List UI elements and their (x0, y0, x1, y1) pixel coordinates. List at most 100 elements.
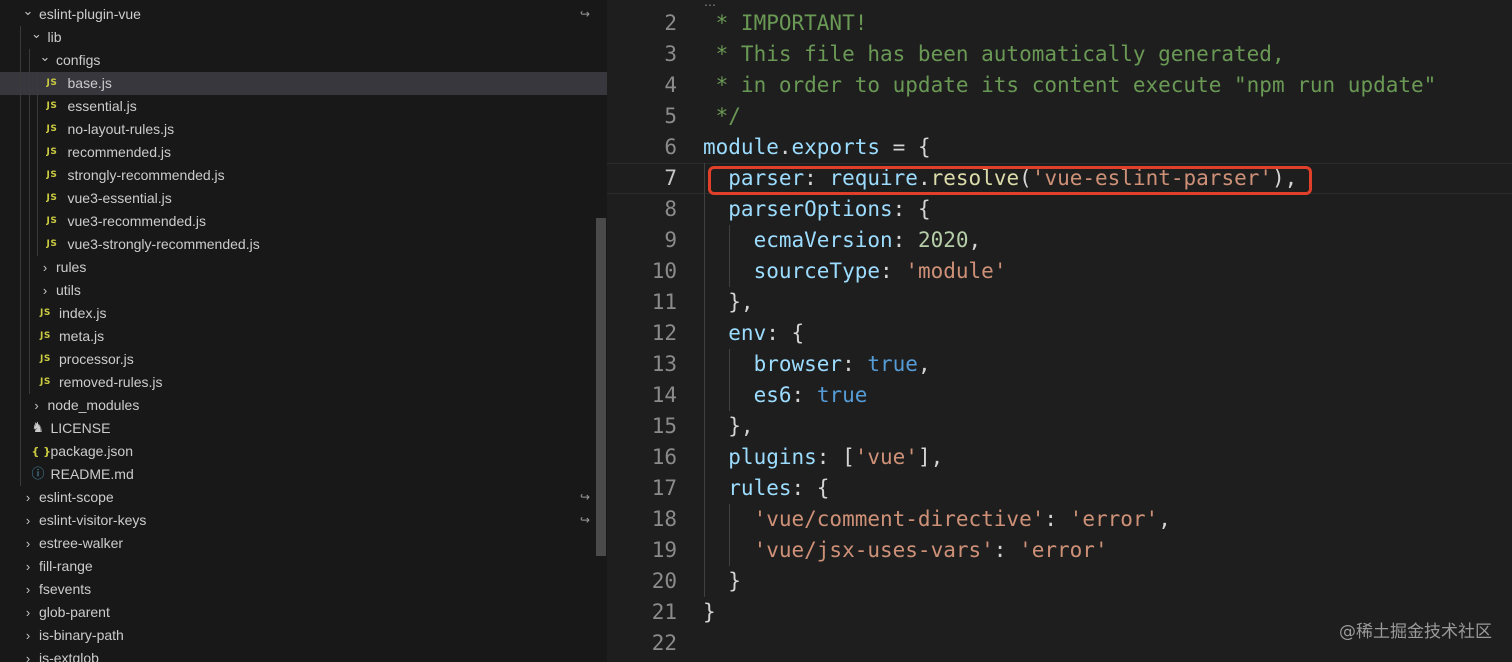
tree-item[interactable]: JS removed-rules.js (0, 371, 607, 394)
code-text: 'vue/comment-directive': 'error', (703, 504, 1171, 535)
chevron-right-icon[interactable]: › (21, 601, 35, 624)
chevron-right-icon[interactable]: › (21, 555, 35, 578)
tree-item[interactable]: JS meta.js (0, 325, 607, 348)
tree-item[interactable]: JS vue3-essential.js (0, 187, 607, 210)
tree-item[interactable]: JS vue3-strongly-recommended.js (0, 233, 607, 256)
code-token: , (917, 352, 931, 376)
tree-item[interactable]: › fsevents (0, 578, 607, 601)
tree-item[interactable]: › eslint-visitor-keys ↪ (0, 509, 607, 532)
tree-item[interactable]: › utils (0, 279, 607, 302)
line-number: 7 (664, 166, 677, 190)
tree-item[interactable]: { } package.json (0, 440, 607, 463)
code-line[interactable]: 12 env: { (607, 318, 1512, 349)
code-line[interactable]: 6 module.exports = { (607, 132, 1512, 163)
code-token: parserOptions (703, 197, 893, 221)
chevron-right-icon[interactable]: › (21, 578, 35, 601)
code-text: sourceType: 'module' (703, 256, 1007, 287)
tree-item[interactable]: JS no-layout-rules.js (0, 118, 607, 141)
tree-item[interactable]: JS index.js (0, 302, 607, 325)
chevron-right-icon[interactable]: › (21, 486, 35, 509)
indent-guide (20, 164, 21, 187)
js-file-icon: JS (40, 331, 51, 341)
code-line[interactable]: 8 parserOptions: { (607, 194, 1512, 225)
tree-item-label: fsevents (39, 581, 92, 597)
chevron-right-icon[interactable]: › (21, 624, 35, 647)
code-editor[interactable]: ⋯ 2 * IMPORTANT! 3 * This file has been a… (607, 0, 1512, 662)
code-line[interactable]: 10 sourceType: 'module' (607, 256, 1512, 287)
indent-guide (37, 72, 38, 95)
tree-item[interactable]: ⌄ eslint-plugin-vue ↪ (0, 3, 607, 26)
line-number: 17 (651, 476, 677, 500)
code-line[interactable]: 18 'vue/comment-directive': 'error', (607, 504, 1512, 535)
code-line[interactable]: 16 plugins: ['vue'], (607, 442, 1512, 473)
tree-item[interactable]: ♞ LICENSE (0, 417, 607, 440)
code-line[interactable]: 14 es6: true (607, 380, 1512, 411)
tree-item[interactable]: › glob-parent (0, 601, 607, 624)
chevron-down-icon[interactable]: ⌄ (21, 3, 35, 26)
code-text: ecmaVersion: 2020, (703, 225, 982, 256)
tree-item[interactable]: ⌄ configs (0, 49, 607, 72)
chevron-right-icon[interactable]: › (38, 279, 52, 302)
code-line[interactable]: 20 } (607, 566, 1512, 597)
chevron-right-icon[interactable]: › (38, 256, 52, 279)
tree-item[interactable]: › estree-walker (0, 532, 607, 555)
tree-item[interactable]: JS processor.js (0, 348, 607, 371)
tree-item[interactable]: JS base.js (0, 72, 607, 95)
indent-guide (20, 394, 21, 417)
tree-item[interactable]: ⓘ README.md (0, 463, 607, 486)
code-token: true (816, 383, 868, 407)
indent-guide (28, 233, 30, 256)
line-number: 9 (664, 228, 677, 252)
indent-guide (20, 325, 21, 348)
code-line[interactable]: 4 * in order to update its content execu… (607, 70, 1512, 101)
tree-item[interactable]: › is-binary-path (0, 624, 607, 647)
code-token: sourceType (703, 259, 881, 283)
chevron-right-icon[interactable]: › (30, 394, 44, 417)
tree-item[interactable]: JS essential.js (0, 95, 607, 118)
tree-item-label: processor.js (59, 351, 134, 367)
js-file-icon: JS (46, 170, 58, 180)
tree-item[interactable]: ⌄ lib (0, 26, 607, 49)
code-line[interactable]: 13 browser: true, (607, 349, 1512, 380)
line-number: 2 (664, 11, 677, 35)
tree-item-label: eslint-plugin-vue (39, 6, 141, 22)
code-text: * This file has been automatically gener… (703, 39, 1285, 70)
code-text: env: { (703, 318, 804, 349)
tree-item[interactable]: › is-extglob (0, 647, 607, 662)
code-token: : (993, 538, 1020, 562)
code-line[interactable]: 5 */ (607, 101, 1512, 132)
code-line[interactable]: 15 }, (607, 411, 1512, 442)
tree-item[interactable]: › fill-range (0, 555, 607, 578)
chevron-right-icon[interactable]: › (21, 509, 35, 532)
sidebar-scrollbar[interactable] (596, 218, 606, 556)
line-number: 10 (651, 259, 677, 283)
js-file-icon: JS (46, 216, 58, 226)
tree-item[interactable]: JS strongly-recommended.js (0, 164, 607, 187)
chevron-right-icon[interactable]: › (21, 647, 35, 662)
indent-guide (37, 233, 38, 256)
code-line[interactable]: 17 rules: { (607, 473, 1512, 504)
indent-guide (37, 141, 38, 164)
code-line[interactable]: 2 * IMPORTANT! (607, 8, 1512, 39)
code-line[interactable]: 19 'vue/jsx-uses-vars': 'error' (607, 535, 1512, 566)
indent-guide (28, 348, 30, 371)
code-line[interactable]: 9 ecmaVersion: 2020, (607, 225, 1512, 256)
watermark: @稀土掘金技术社区 (1339, 622, 1492, 642)
tree-item[interactable]: JS vue3-recommended.js (0, 210, 607, 233)
tree-item[interactable]: › node_modules (0, 394, 607, 417)
chevron-right-icon[interactable]: › (21, 532, 35, 555)
tree-item[interactable]: › eslint-scope ↪ (0, 486, 607, 509)
tree-item[interactable]: JS recommended.js (0, 141, 607, 164)
indent-guide (20, 371, 21, 394)
chevron-down-icon[interactable]: ⌄ (30, 26, 44, 49)
tree-item-label: package.json (50, 443, 134, 459)
code-token: */ (703, 104, 741, 128)
code-token: } (703, 569, 741, 593)
chevron-down-icon[interactable]: ⌄ (38, 49, 52, 72)
code-text: } (703, 566, 741, 597)
code-line[interactable]: 11 }, (607, 287, 1512, 318)
code-token: , (968, 228, 982, 252)
indent-guide (37, 164, 38, 187)
tree-item[interactable]: › rules (0, 256, 607, 279)
code-line[interactable]: 3 * This file has been automatically gen… (607, 39, 1512, 70)
